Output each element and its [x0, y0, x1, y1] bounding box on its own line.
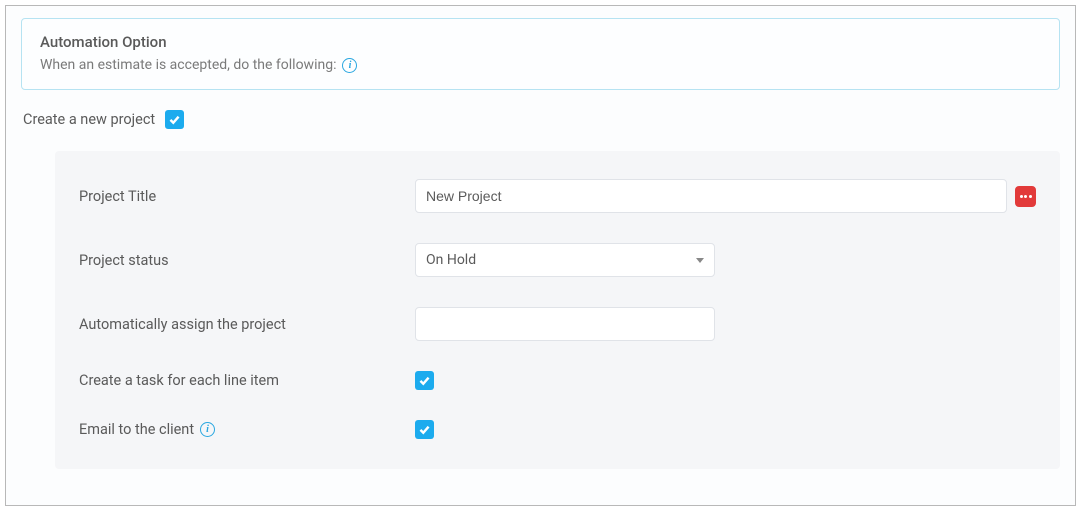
auto-assign-input-wrap	[415, 307, 1036, 341]
check-icon	[418, 423, 431, 436]
create-project-label: Create a new project	[23, 111, 155, 128]
automation-banner: Automation Option When an estimate is ac…	[21, 18, 1060, 90]
check-icon	[168, 113, 181, 126]
auto-assign-row: Automatically assign the project	[79, 307, 1036, 341]
chevron-down-icon	[696, 258, 704, 263]
project-title-row: Project Title	[79, 179, 1036, 213]
ellipsis-icon	[1020, 195, 1032, 198]
automation-title: Automation Option	[40, 33, 1041, 51]
email-client-checkbox[interactable]	[415, 420, 434, 439]
project-title-input[interactable]	[415, 179, 1007, 213]
project-status-input-wrap: On Hold	[415, 243, 1036, 277]
project-title-input-wrap	[415, 179, 1036, 213]
email-client-input-wrap	[415, 420, 1036, 439]
create-task-label: Create a task for each line item	[79, 372, 415, 389]
project-status-label: Project status	[79, 252, 415, 269]
email-client-row: Email to the client i	[79, 420, 1036, 439]
more-options-button[interactable]	[1015, 186, 1036, 207]
project-panel: Project Title Project status On Hold	[55, 151, 1060, 469]
info-icon[interactable]: i	[342, 58, 357, 73]
project-status-value: On Hold	[426, 252, 476, 268]
auto-assign-input[interactable]	[415, 307, 715, 341]
create-project-checkbox[interactable]	[165, 110, 184, 129]
automation-subtitle: When an estimate is accepted, do the fol…	[40, 57, 1041, 73]
create-task-input-wrap	[415, 371, 1036, 390]
create-task-checkbox[interactable]	[415, 371, 434, 390]
project-title-label: Project Title	[79, 188, 415, 205]
project-status-select[interactable]: On Hold	[415, 243, 715, 277]
email-client-label-wrap: Email to the client i	[79, 421, 415, 438]
settings-frame: Automation Option When an estimate is ac…	[5, 5, 1076, 506]
email-client-label: Email to the client	[79, 421, 194, 438]
automation-subtitle-text: When an estimate is accepted, do the fol…	[40, 57, 336, 73]
create-project-row: Create a new project	[21, 110, 1060, 129]
auto-assign-label: Automatically assign the project	[79, 316, 415, 333]
check-icon	[418, 374, 431, 387]
project-status-row: Project status On Hold	[79, 243, 1036, 277]
info-icon[interactable]: i	[200, 422, 215, 437]
create-task-row: Create a task for each line item	[79, 371, 1036, 390]
